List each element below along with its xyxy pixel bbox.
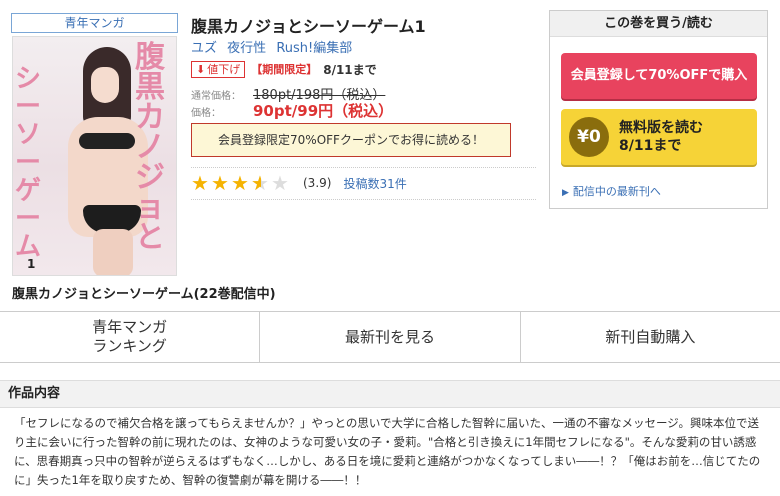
author-list: ユズ 夜行性 Rush!編集部 (191, 37, 358, 56)
author-link[interactable]: Rush!編集部 (276, 41, 352, 56)
action-tabs: 青年マンガ ランキング 最新刊を見る 新刊自動購入 (0, 311, 780, 363)
rating: ★ ★ ★ ★ ★ (3.9) 投稿数31件 (191, 172, 407, 194)
purchase-box: この巻を買う/読む 会員登録して70%OFFで購入 ¥0 無料版を読む 8/11… (549, 10, 768, 209)
cover-image[interactable]: 腹黒カノジョと シーソーゲーム 1 (12, 36, 177, 276)
cover-figure-legs (93, 229, 133, 275)
cover-figure-face (91, 67, 119, 103)
rating-score: (3.9) (303, 176, 332, 190)
yen-coin-icon: ¥0 (569, 117, 609, 157)
purchase-box-header: この巻を買う/読む (550, 11, 767, 37)
divider (191, 199, 536, 200)
limited-period-date: 8/11まで (323, 62, 377, 77)
review-count-link[interactable]: 投稿数31件 (343, 175, 406, 192)
tab-auto-purchase[interactable]: 新刊自動購入 (521, 312, 780, 362)
cover-volume: 1 (27, 257, 36, 271)
free-read-button[interactable]: ¥0 無料版を読む 8/11まで (561, 109, 757, 165)
sale-price-row: 価格： 90pt/99円（税込） (191, 100, 393, 121)
cover-figure-top (79, 133, 135, 149)
member-register-buy-button[interactable]: 会員登録して70%OFFで購入 (561, 53, 757, 99)
cover-title-right: 腹黒カノジョと (135, 40, 165, 255)
latest-volume-link[interactable]: ▶ 配信中の最新刊へ (562, 183, 661, 199)
tab-ranking[interactable]: 青年マンガ ランキング (0, 312, 261, 362)
free-read-date: 8/11まで (619, 138, 682, 154)
content-heading: 作品内容 (0, 380, 780, 408)
star-icon: ★ (211, 171, 229, 195)
sale-row: ⬇ 値下げ 【期間限定】 8/11まで (191, 60, 377, 78)
down-arrow-icon: ⬇ (196, 62, 206, 76)
half-star-icon: ★ (251, 173, 271, 193)
tab-ranking-line2: ランキング (92, 337, 167, 355)
genre-tag[interactable]: 青年マンガ (11, 13, 178, 33)
price-drop-badge: ⬇ 値下げ (191, 60, 246, 78)
cover-title-left: シーソーゲーム (15, 64, 42, 262)
star-rating: ★ ★ ★ ★ ★ (191, 173, 291, 193)
price-drop-label: 値下げ (207, 62, 241, 76)
free-read-text: 無料版を読む 8/11まで (619, 119, 703, 155)
tab-latest[interactable]: 最新刊を見る (260, 312, 521, 362)
page-title: 腹黒カノジョとシーソーゲーム1 (191, 17, 426, 36)
divider (191, 167, 536, 168)
author-link[interactable]: ユズ (191, 41, 217, 56)
triangle-right-icon: ▶ (562, 188, 569, 198)
description: 「セフレになるので補欠合格を譲ってもらえませんか？」やっとの思いで大学に合格した… (14, 416, 761, 487)
coupon-banner[interactable]: 会員登録限定70%OFFクーポンでお得に読める！ (191, 123, 511, 157)
author-link[interactable]: 夜行性 (227, 41, 266, 56)
empty-star-icon: ★ (271, 171, 289, 195)
star-icon: ★ (191, 171, 209, 195)
sale-price-value: 90pt/99円（税込） (253, 102, 394, 120)
star-icon: ★ (231, 171, 249, 195)
sale-price-label: 価格： (191, 108, 221, 119)
free-read-label: 無料版を読む (619, 120, 703, 136)
limited-period-label: 【期間限定】 (251, 63, 318, 76)
tab-ranking-line1: 青年マンガ (92, 318, 168, 336)
latest-volume-label: 配信中の最新刊へ (572, 185, 661, 198)
series-title[interactable]: 腹黒カノジョとシーソーゲーム(22巻配信中) (12, 283, 276, 302)
